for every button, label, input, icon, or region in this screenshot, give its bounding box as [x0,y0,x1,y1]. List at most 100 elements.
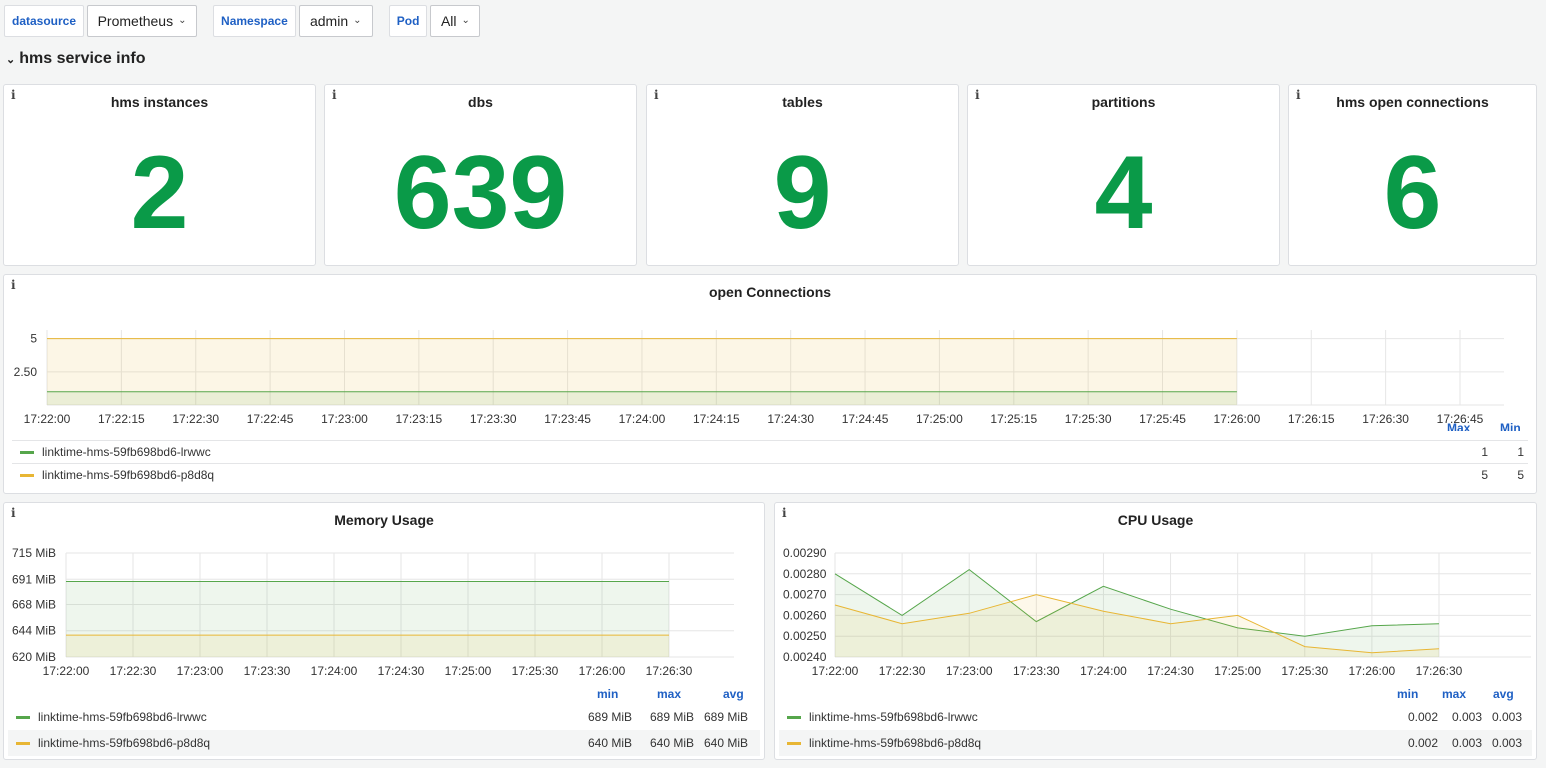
y-tick-label: 0.00240 [783,650,827,664]
legend-max: 5 [1481,468,1488,482]
legend-header-avg[interactable]: avg [1493,687,1514,701]
x-tick-label: 17:26:00 [1349,664,1396,678]
panel-title[interactable]: partitions [968,94,1279,110]
x-tick-label: 17:23:00 [946,664,993,678]
legend-avg: 0.003 [1491,736,1522,750]
legend-series-name: linktime-hms-59fb698bd6-lrwwc [42,445,211,459]
memory-usage-chart[interactable]: 715 MiB691 MiB668 MiB644 MiB620 MiB17:22… [4,539,764,719]
legend-header-min[interactable]: min [597,687,618,701]
legend-swatch [16,741,30,745]
panel-title[interactable]: hms open connections [1289,94,1536,110]
x-tick-label: 17:22:30 [110,664,157,678]
stat-panel-partitions: i partitions 4 [967,84,1280,266]
x-tick-label: 17:25:00 [445,664,492,678]
stat-panel-hms-open-connections: i hms open connections 6 [1288,84,1537,266]
panel-title[interactable]: Memory Usage [4,512,764,528]
x-tick-label: 17:26:15 [1288,412,1335,426]
y-tick-label: 0.00260 [783,608,827,622]
chevron-down-icon: ⌄ [461,15,470,26]
panel-title[interactable]: open Connections [4,284,1536,300]
pod-value: All [440,13,457,29]
x-tick-label: 17:24:00 [619,412,666,426]
legend-item[interactable]: linktime-hms-59fb698bd6-p8d8q 0.002 0.00… [779,730,1532,756]
x-tick-label: 17:25:00 [1214,664,1261,678]
graph-panel-cpu-usage: i CPU Usage 0.00290 0.00280 0.00270 0.00260… [774,502,1537,760]
legend-header-max[interactable]: max [657,687,681,701]
y-tick-label: 715 MiB [12,546,56,560]
x-tick-label: 17:23:15 [395,412,442,426]
legend-header-max[interactable]: max [1442,687,1466,701]
panel-title[interactable]: dbs [325,94,636,110]
namespace-value: admin [309,13,349,29]
pod-select[interactable]: All ⌄ [430,5,481,37]
x-tick-label: 17:26:00 [1214,412,1261,426]
x-tick-label: 17:25:30 [1065,412,1112,426]
series-area [66,635,669,657]
x-tick-label: 17:22:00 [24,412,71,426]
legend-item[interactable]: linktime-hms-59fb698bd6-lrwwc 1 1 [12,440,1528,463]
variable-label-datasource: datasource [4,5,85,37]
legend-item[interactable]: linktime-hms-59fb698bd6-lrwwc 0.002 0.00… [779,704,1532,730]
legend-max: 1 [1481,445,1488,459]
graph-panel-open-connections: i open Connections 5 2.50 17:22:00 17:22:15… [3,274,1537,494]
legend-series-name: linktime-hms-59fb698bd6-p8d8q [38,736,211,750]
x-tick-label: 17:24:15 [693,412,740,426]
legend-max: 640 MiB [649,736,694,750]
x-tick-label: 17:22:30 [172,412,219,426]
y-tick-label: 0.00250 [783,629,827,643]
legend-swatch [20,450,34,454]
legend-series-name: linktime-hms-59fb698bd6-p8d8q [42,468,215,482]
legend-min: 640 MiB [587,736,632,750]
datasource-value: Prometheus [97,13,174,29]
legend-max: 689 MiB [649,710,694,724]
x-tick-label: 17:26:30 [1362,412,1409,426]
y-tick-label: 620 MiB [12,650,56,664]
legend-min: 5 [1517,468,1524,482]
x-tick-label: 17:25:00 [916,412,963,426]
legend-header-max[interactable]: Max [1447,422,1470,431]
stat-panel-hms-instances: i hms instances 2 [3,84,316,266]
graph-panel-memory-usage: i Memory Usage 715 MiB 691 MiB 668 MiB 644 … [3,502,765,760]
legend-header-avg[interactable]: avg [723,687,744,701]
panel-title[interactable]: CPU Usage [775,512,1536,528]
legend-swatch [787,741,801,745]
row-title: hms service info [19,50,146,67]
x-tick-label: 17:25:30 [1281,664,1328,678]
cpu-usage-chart[interactable]: 0.00290 0.00280 0.00270 0.00260 0.00250 0.002… [775,539,1536,719]
stat-value: 6 [1383,135,1442,251]
legend-avg: 640 MiB [703,736,748,750]
legend-header-min[interactable]: Min [1500,422,1521,431]
legend-avg: 0.003 [1491,710,1522,724]
y-tick-label: 0.00280 [783,567,827,581]
variable-bar: datasource Prometheus ⌄ Namespace admin … [4,5,481,37]
legend-header-min[interactable]: min [1397,687,1418,701]
x-tick-label: 17:23:30 [1013,664,1060,678]
chevron-down-icon: ⌄ [6,53,16,66]
x-tick-label: 17:24:00 [1080,664,1127,678]
x-tick-label: 17:24:30 [1147,664,1194,678]
x-tick-label: 17:26:00 [579,664,626,678]
stat-value: 2 [130,135,189,251]
x-tick-label: 17:22:30 [879,664,926,678]
y-tick-label: 691 MiB [12,572,56,586]
x-tick-label: 17:23:00 [177,664,224,678]
panel-title[interactable]: tables [647,94,958,110]
legend-item[interactable]: linktime-hms-59fb698bd6-lrwwc 689 MiB 68… [8,704,760,730]
namespace-select[interactable]: admin ⌄ [298,5,373,37]
legend-item[interactable]: linktime-hms-59fb698bd6-p8d8q 640 MiB 64… [8,730,760,756]
legend-max: 0.003 [1451,736,1482,750]
legend-min: 1 [1517,445,1524,459]
legend-swatch [20,473,34,477]
x-tick-label: 17:23:30 [244,664,291,678]
variable-label-namespace: Namespace [213,5,296,37]
variable-label-pod: Pod [388,5,428,37]
panel-title[interactable]: hms instances [4,94,315,110]
x-tick-label: 17:22:00 [812,664,859,678]
legend-item[interactable]: linktime-hms-59fb698bd6-p8d8q 5 5 [12,463,1528,486]
row-toggle-hms-service-info[interactable]: ⌄ hms service info [6,50,146,68]
x-tick-label: 17:22:00 [43,664,90,678]
stat-value: 4 [1094,135,1153,251]
x-tick-label: 17:25:15 [990,412,1037,426]
datasource-select[interactable]: Prometheus ⌄ [87,5,198,37]
stat-value: 9 [773,135,832,251]
